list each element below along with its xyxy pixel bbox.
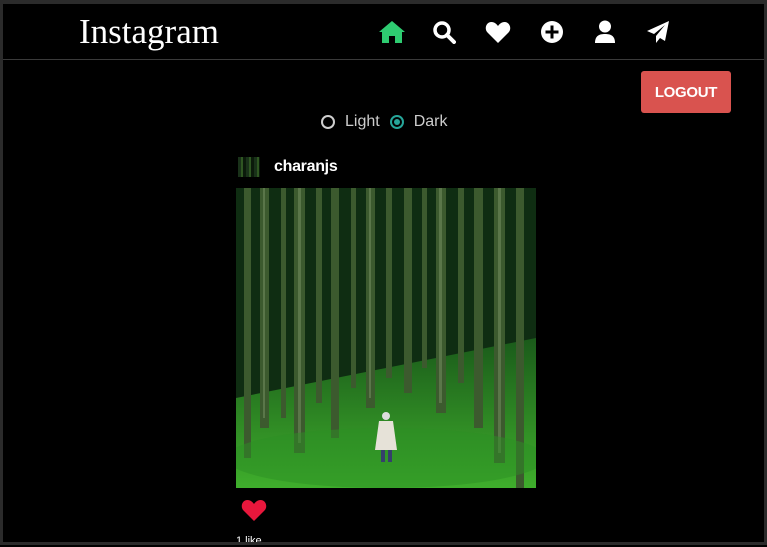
theme-dark-label: Dark xyxy=(413,113,448,130)
plus-circle-icon[interactable] xyxy=(538,18,566,46)
paper-plane-icon[interactable] xyxy=(644,18,672,46)
theme-option-dark[interactable]: Dark xyxy=(389,113,448,131)
post-username[interactable]: charanjs xyxy=(274,158,338,176)
theme-light-label: Light xyxy=(345,113,380,130)
post-image[interactable] xyxy=(236,188,536,488)
user-icon[interactable] xyxy=(591,18,619,46)
theme-switcher: Light Dark xyxy=(321,112,447,132)
search-icon[interactable] xyxy=(430,18,458,46)
radio-dark[interactable] xyxy=(389,115,404,129)
likes-count: 1 like xyxy=(236,535,262,547)
top-navbar: Instagram xyxy=(3,4,764,60)
logout-button[interactable]: LOGOUT xyxy=(641,71,731,113)
avatar[interactable] xyxy=(238,157,260,177)
like-button[interactable] xyxy=(241,498,267,522)
radio-light[interactable] xyxy=(321,115,335,129)
post-header: charanjs xyxy=(238,155,338,179)
heart-icon[interactable] xyxy=(484,18,512,46)
home-icon[interactable] xyxy=(378,18,406,46)
brand-logo[interactable]: Instagram xyxy=(79,12,219,52)
theme-option-light[interactable]: Light xyxy=(321,113,380,131)
